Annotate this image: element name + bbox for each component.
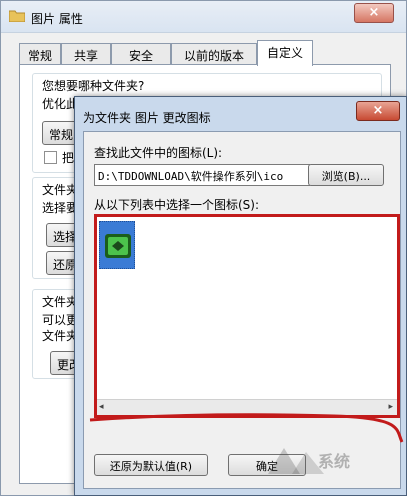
tab-general[interactable]: 常规	[19, 43, 61, 65]
properties-title-bar: 图片 属性 ×	[1, 1, 406, 33]
icon-path-input[interactable]: D:\TDDOWNLOAD\软件操作系列\ico	[94, 164, 310, 186]
can-change-label: 可以更	[42, 313, 79, 327]
browse-button[interactable]: 浏览(B)...	[308, 164, 384, 186]
find-icons-label: 查找此文件中的图标(L):	[94, 146, 223, 160]
checkbox-label: 把	[62, 151, 75, 165]
watermark-text: 系统	[318, 452, 351, 471]
scroll-right-arrow-icon[interactable]: ▸	[388, 402, 393, 412]
tab-previous-versions[interactable]: 以前的版本	[171, 43, 257, 65]
window-title: 图片 属性	[31, 12, 83, 26]
icon-list-scrollbar[interactable]: ◂ ▸	[97, 399, 397, 415]
scroll-left-arrow-icon[interactable]: ◂	[99, 402, 104, 412]
tab-security[interactable]: 安全	[111, 43, 171, 65]
folder-picture-label: 文件夹	[42, 183, 79, 197]
folder-icon	[9, 10, 25, 22]
tab-sharing[interactable]: 共享	[61, 43, 111, 65]
select-label: 选择要	[42, 201, 79, 215]
icon-list[interactable]: ◂ ▸	[94, 214, 400, 418]
close-button[interactable]: ×	[354, 3, 394, 23]
folder-icon-label: 文件夹	[42, 295, 79, 309]
dialog-close-button[interactable]: ×	[356, 101, 400, 121]
restore-defaults-button[interactable]: 还原为默认值(R)	[94, 454, 208, 476]
dialog-title: 为文件夹 图片 更改图标	[83, 111, 211, 125]
folder-text-label: 文件夹	[42, 329, 79, 343]
apply-subfolders-checkbox[interactable]	[44, 151, 57, 164]
green-folder-icon[interactable]	[99, 221, 135, 269]
tab-customize[interactable]: 自定义	[257, 40, 313, 66]
optimize-label: 优化此	[42, 97, 79, 111]
icon-list-label: 从以下列表中选择一个图标(S):	[94, 198, 260, 212]
question-label: 您想要哪种文件夹?	[42, 79, 145, 93]
